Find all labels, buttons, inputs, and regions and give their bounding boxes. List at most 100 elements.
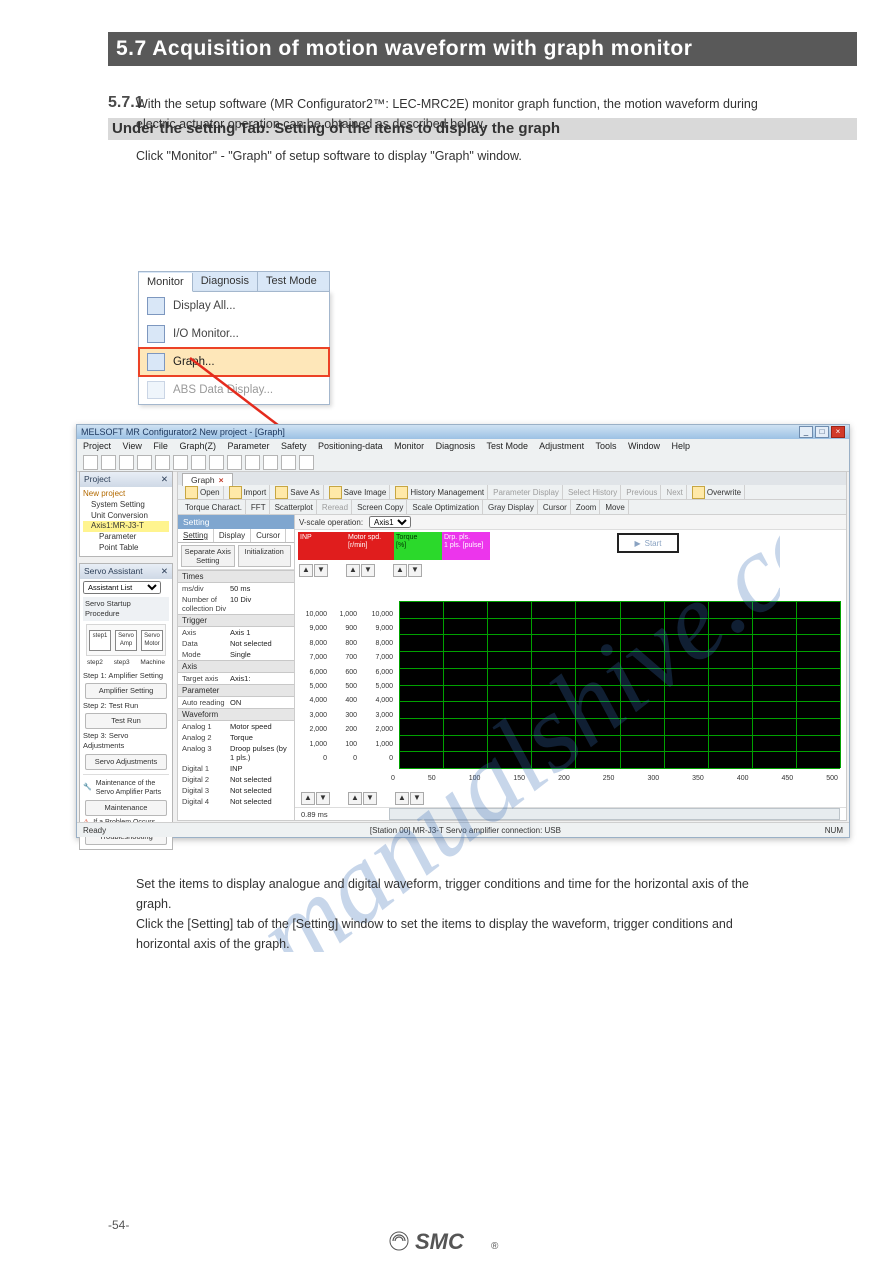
tree-axis[interactable]: Axis1:MR-J3-T xyxy=(83,521,169,532)
tb-misc2-icon[interactable] xyxy=(227,455,242,470)
offset-up-1[interactable]: ▲ xyxy=(301,792,315,805)
initialization-button[interactable]: Initialization xyxy=(238,545,292,567)
servo-assistant-title: Servo Assistant xyxy=(84,566,143,577)
tb-cut-icon[interactable] xyxy=(137,455,152,470)
tb-reread: Reread xyxy=(319,500,352,514)
scale-down-3[interactable]: ▼ xyxy=(408,564,422,577)
menu-safety[interactable]: Safety xyxy=(281,441,307,451)
maintenance-button[interactable]: Maintenance xyxy=(85,800,167,816)
servo-adjustments-button[interactable]: Servo Adjustments xyxy=(85,754,167,770)
channel-inp[interactable]: INP xyxy=(298,532,346,560)
tb-fft[interactable]: FFT xyxy=(248,500,270,514)
status-left: Ready xyxy=(83,826,106,835)
test-run-button[interactable]: Test Run xyxy=(85,713,167,729)
tb-saveimage[interactable]: Save Image xyxy=(326,485,391,499)
menu-help[interactable]: Help xyxy=(672,441,691,451)
tb-torque-charact[interactable]: Torque Charact. xyxy=(182,500,246,514)
menu-positioning[interactable]: Positioning-data xyxy=(318,441,383,451)
tree-unit-conversion[interactable]: Unit Conversion xyxy=(83,511,169,522)
scale-up-3[interactable]: ▲ xyxy=(393,564,407,577)
tb-open-icon[interactable] xyxy=(101,455,116,470)
tb-paste-icon[interactable] xyxy=(173,455,188,470)
yscale-select[interactable]: Axis1 xyxy=(369,516,411,528)
channel-motor-spd-[interactable]: Motor spd.[r/min] xyxy=(346,532,394,560)
h-scrollbar[interactable] xyxy=(389,808,840,820)
menu-project[interactable]: Project xyxy=(83,441,111,451)
menu-tab-diagnosis[interactable]: Diagnosis xyxy=(193,272,258,291)
tree-system-setting[interactable]: System Setting xyxy=(83,500,169,511)
graph-tab[interactable]: Graph× xyxy=(182,473,233,486)
tb-new-icon[interactable] xyxy=(83,455,98,470)
tb-screencopy[interactable]: Screen Copy xyxy=(354,500,407,514)
start-button[interactable]: ▶Start xyxy=(617,533,679,553)
menu-diagnosis[interactable]: Diagnosis xyxy=(436,441,476,451)
tb-misc6-icon[interactable] xyxy=(299,455,314,470)
channel-drp-pls-[interactable]: Drp. pls.1 pls. [pulse] xyxy=(442,532,490,560)
import-icon xyxy=(229,486,242,499)
close-button[interactable]: × xyxy=(831,426,845,438)
menu-tab-testmode[interactable]: Test Mode xyxy=(258,272,325,291)
scale-down-1[interactable]: ▼ xyxy=(314,564,328,577)
tb-overwrite[interactable]: Overwrite xyxy=(689,485,745,499)
offset-down-3[interactable]: ▼ xyxy=(410,792,424,805)
tb-cursor[interactable]: Cursor xyxy=(540,500,571,514)
offset-up-2[interactable]: ▲ xyxy=(348,792,362,805)
settings-row: Analog 2Torque xyxy=(178,732,294,743)
tree-point-table[interactable]: Point Table xyxy=(83,543,169,554)
menu-tab-monitor[interactable]: Monitor xyxy=(139,273,193,292)
tb-scatter[interactable]: Scatterplot xyxy=(272,500,317,514)
tb-save-icon[interactable] xyxy=(119,455,134,470)
tree-root[interactable]: New project xyxy=(83,489,169,500)
scale-up-2[interactable]: ▲ xyxy=(346,564,360,577)
menu-view[interactable]: View xyxy=(123,441,142,451)
menu-item-abs-data[interactable]: ABS Data Display... xyxy=(139,376,329,404)
separate-axis-button[interactable]: Separate Axis Setting xyxy=(181,545,235,567)
minimize-button[interactable]: _ xyxy=(799,426,813,438)
tb-misc4-icon[interactable] xyxy=(263,455,278,470)
close-tab-icon[interactable]: × xyxy=(219,475,224,485)
tb-open[interactable]: Open xyxy=(182,485,224,499)
status-right: NUM xyxy=(825,826,843,835)
tab-cursor[interactable]: Cursor xyxy=(251,529,286,542)
menu-item-graph[interactable]: Graph... xyxy=(139,348,329,376)
menu-screenshot: Monitor Diagnosis Test Mode Display All.… xyxy=(138,271,330,405)
tb-misc-icon[interactable] xyxy=(209,455,224,470)
tb-import[interactable]: Import xyxy=(226,485,271,499)
offset-down-2[interactable]: ▼ xyxy=(363,792,377,805)
tb-misc3-icon[interactable] xyxy=(245,455,260,470)
menu-tools[interactable]: Tools xyxy=(595,441,616,451)
tree-parameter[interactable]: Parameter xyxy=(83,532,169,543)
assistant-list-combo[interactable]: Assistant List xyxy=(83,581,161,594)
tab-display[interactable]: Display xyxy=(214,529,251,542)
tb-saveas[interactable]: Save As xyxy=(272,485,323,499)
workspace-tabbar: Graph× xyxy=(178,472,846,485)
pin-icon[interactable]: ✕ xyxy=(161,566,168,577)
offset-up-3[interactable]: ▲ xyxy=(395,792,409,805)
menu-graph[interactable]: Graph(Z) xyxy=(179,441,216,451)
tab-setting[interactable]: Setting xyxy=(178,529,214,542)
offset-down-1[interactable]: ▼ xyxy=(316,792,330,805)
tb-graydisplay[interactable]: Gray Display xyxy=(485,500,538,514)
menu-parameter[interactable]: Parameter xyxy=(227,441,269,451)
scale-up-1[interactable]: ▲ xyxy=(299,564,313,577)
pin-icon[interactable]: ✕ xyxy=(161,474,168,485)
menu-adjustment[interactable]: Adjustment xyxy=(539,441,584,451)
menu-window[interactable]: Window xyxy=(628,441,660,451)
scale-down-2[interactable]: ▼ xyxy=(361,564,375,577)
menu-file[interactable]: File xyxy=(153,441,168,451)
tb-move[interactable]: Move xyxy=(602,500,629,514)
tb-scaleopt[interactable]: Scale Optimization xyxy=(409,500,483,514)
menu-monitor[interactable]: Monitor xyxy=(394,441,424,451)
tb-print-icon[interactable] xyxy=(191,455,206,470)
tb-misc5-icon[interactable] xyxy=(281,455,296,470)
tb-zoom[interactable]: Zoom xyxy=(573,500,600,514)
channel-torque[interactable]: Torque[%] xyxy=(394,532,442,560)
maximize-button[interactable]: □ xyxy=(815,426,829,438)
tb-history[interactable]: History Management xyxy=(392,485,488,499)
menu-item-io-monitor[interactable]: I/O Monitor... xyxy=(139,320,329,348)
tb-copy-icon[interactable] xyxy=(155,455,170,470)
menu-testmode[interactable]: Test Mode xyxy=(487,441,529,451)
menu-item-display-all[interactable]: Display All... xyxy=(139,292,329,320)
footer-time: 0.89 ms xyxy=(301,810,389,819)
amplifier-setting-button[interactable]: Amplifier Setting xyxy=(85,683,167,699)
